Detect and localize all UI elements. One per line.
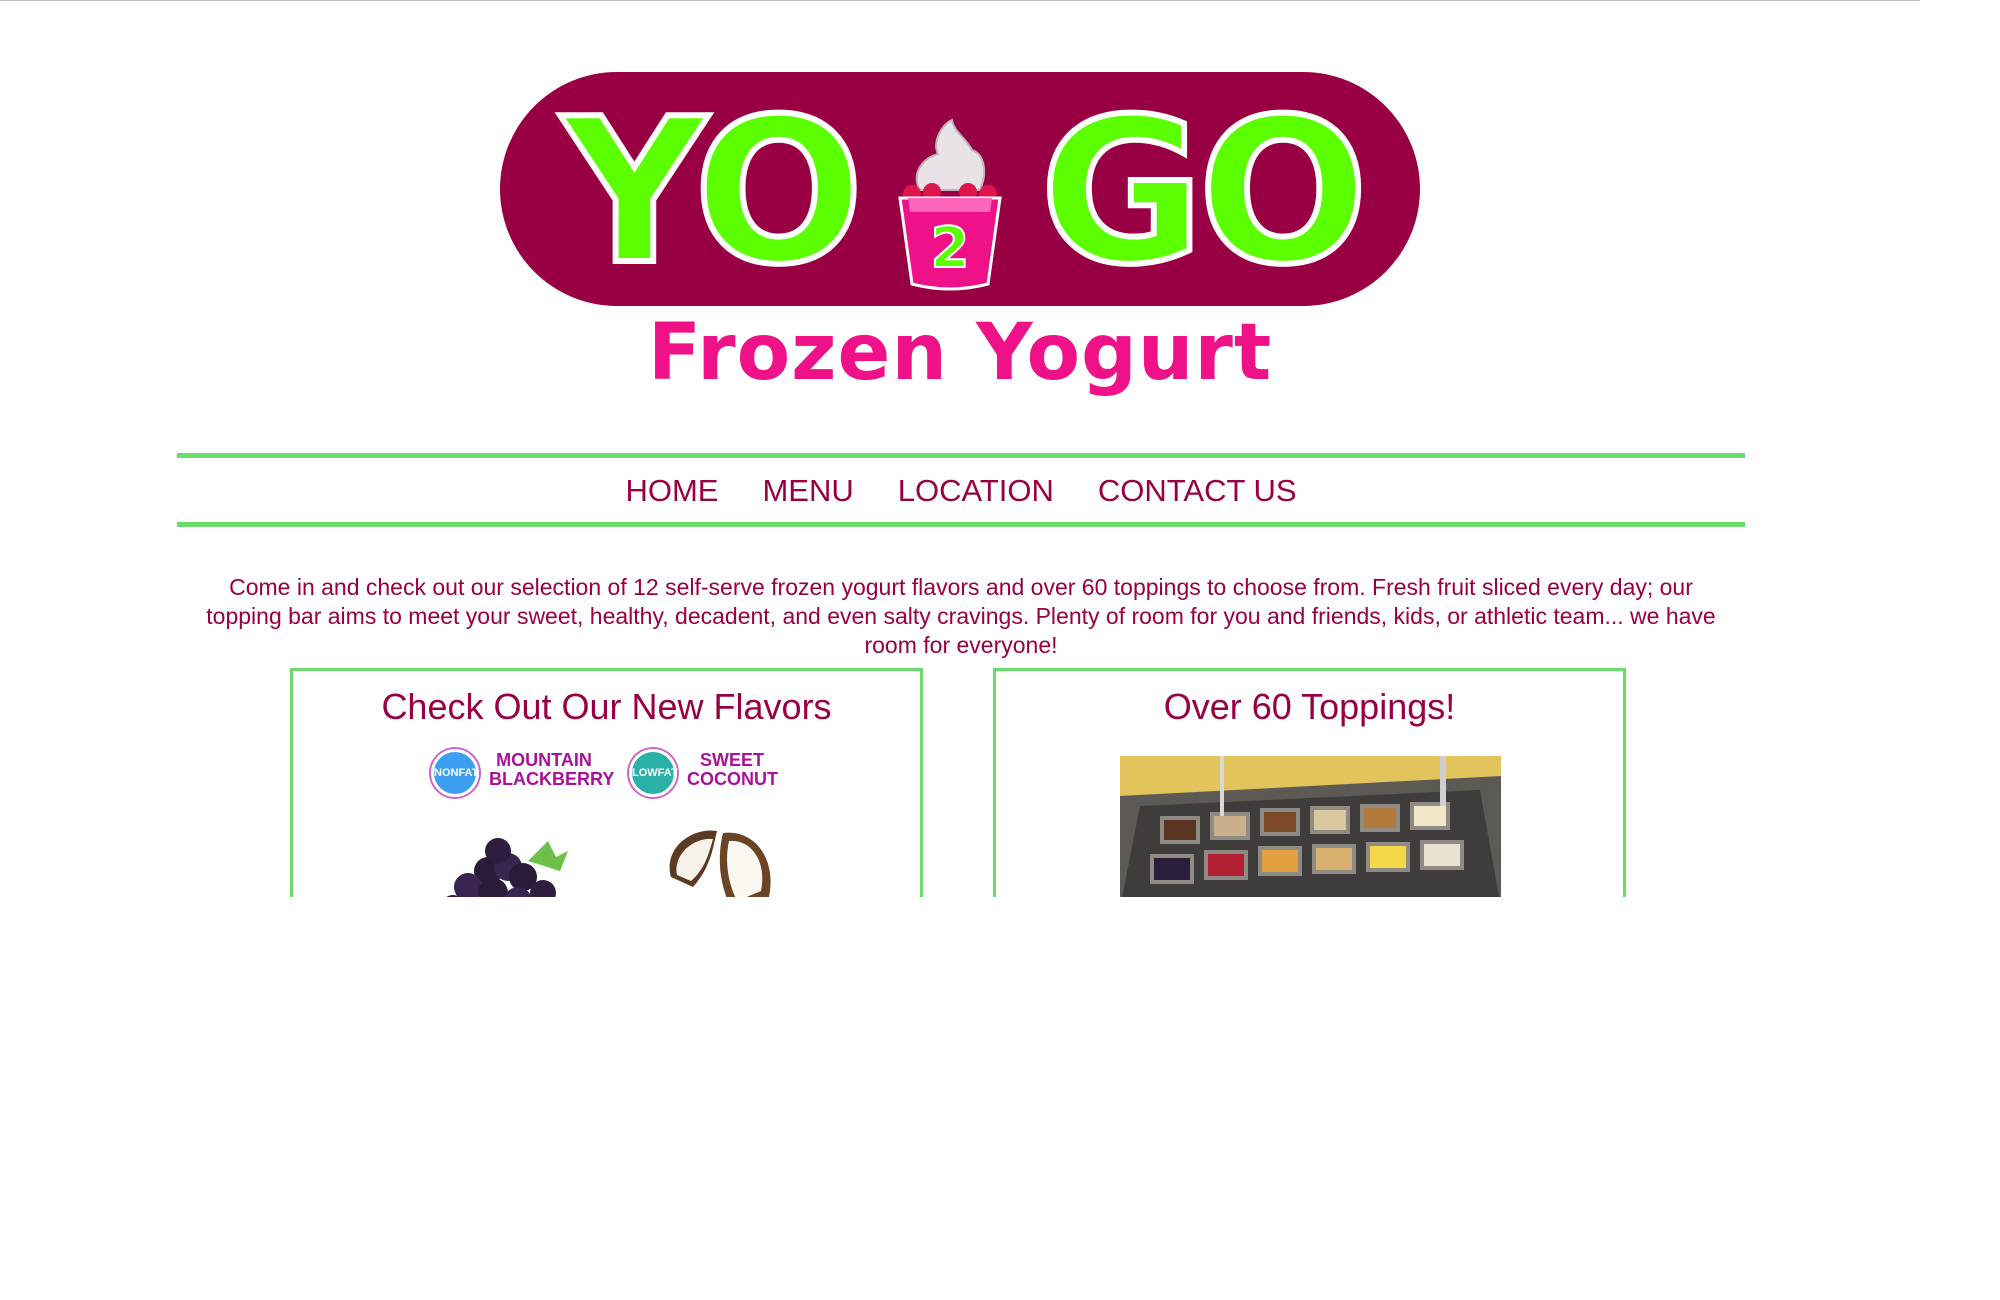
flavor1-name-line1: MOUNTAIN (496, 750, 592, 770)
nav-top-divider (177, 453, 1745, 458)
page-blank-area (0, 897, 2000, 1300)
flavor2-name-line2: COCONUT (687, 769, 778, 789)
toppings-panel: Over 60 Toppings! (993, 668, 1626, 908)
nav-home[interactable]: HOME (625, 473, 718, 509)
yogurt-cup-icon: 2 (898, 118, 1002, 291)
flavor2-name-line1: SWEET (699, 750, 764, 770)
intro-text: Come in and check out our selection of 1… (206, 574, 1716, 658)
logo-word-go: GO (1037, 76, 1371, 309)
logo-number: 2 (931, 216, 970, 281)
nav-bottom-divider (177, 522, 1745, 527)
nav-menu[interactable]: MENU (762, 473, 853, 509)
lowfat-badge: LOWFAT (629, 749, 678, 797)
yo2go-logo[interactable]: YO 2 GO Frozen Yogurt (500, 72, 1420, 412)
flavor1-name-line2: BLACKBERRY (489, 769, 615, 789)
nav-contact-us[interactable]: CONTACT US (1098, 473, 1297, 509)
flavor-mountain-blackberry: MOUNTAIN BLACKBERRY (489, 750, 615, 789)
logo-tagline: Frozen Yogurt (647, 308, 1273, 398)
nav-location[interactable]: LOCATION (898, 473, 1054, 509)
nonfat-badge: NONFAT (431, 749, 479, 797)
top-rule (0, 0, 1920, 1)
toppings-title: Over 60 Toppings! (1163, 686, 1456, 727)
logo-word-yo: YO (559, 76, 867, 309)
main-nav: HOME MENU LOCATION CONTACT US (177, 466, 1745, 516)
new-flavors-title: Check Out Our New Flavors (381, 686, 832, 727)
new-flavors-panel: Check Out Our New Flavors NONFAT MOUNTAI… (290, 668, 923, 911)
flavor-sweet-coconut: SWEET COCONUT (687, 750, 778, 789)
topping-bar-photo (1120, 756, 1501, 908)
